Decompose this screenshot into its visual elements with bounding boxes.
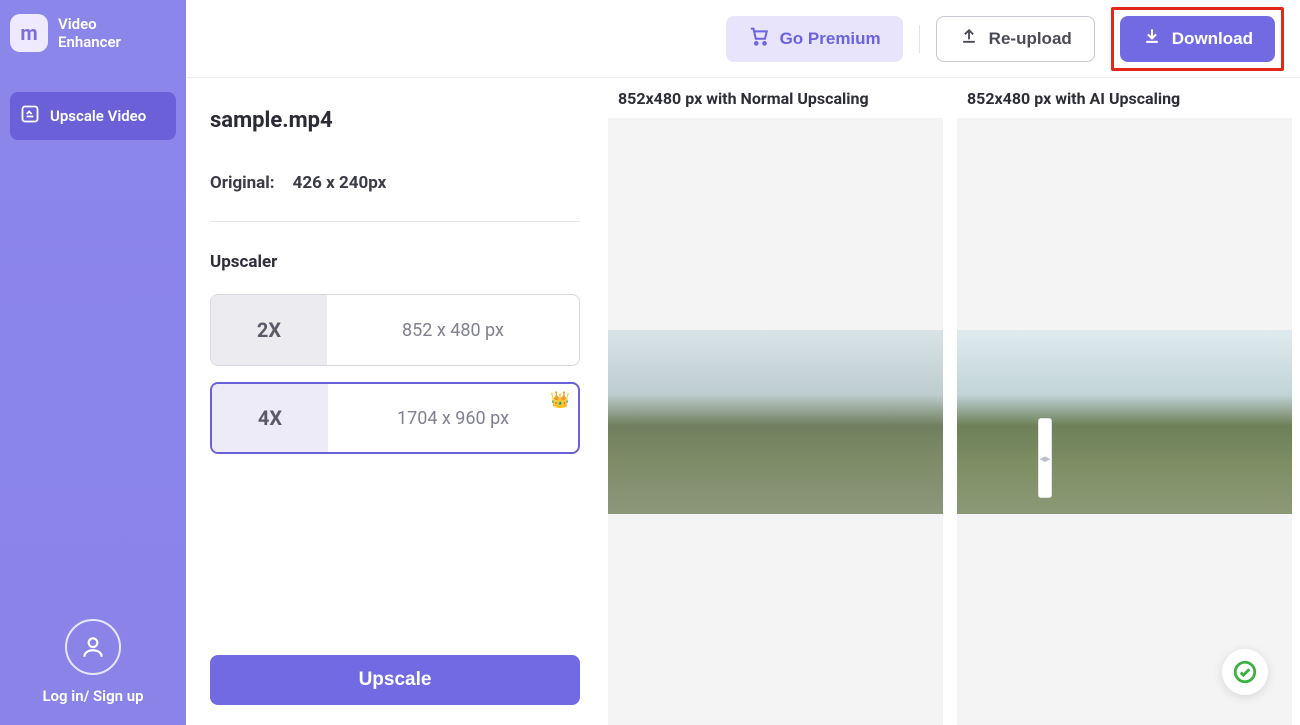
go-premium-label: Go Premium	[780, 29, 881, 49]
preview-normal-image	[608, 330, 943, 514]
brand-line2: Enhancer	[58, 33, 121, 51]
topbar: Go Premium Re-upload Download	[186, 0, 1300, 78]
original-label: Original:	[210, 173, 275, 193]
upscale-button[interactable]: Upscale	[210, 655, 580, 705]
brand-line1: Video	[58, 15, 121, 33]
brand: m Video Enhancer	[10, 14, 176, 52]
preview-ai: 852x480 px with AI Upscaling	[957, 78, 1292, 725]
avatar[interactable]	[65, 619, 121, 675]
highlight-download: Download	[1111, 7, 1284, 71]
option-factor-4x: 4X	[212, 384, 328, 452]
upscaler-option-4x[interactable]: 4X 1704 x 960 px 👑	[210, 382, 580, 454]
preview-ai-body	[957, 118, 1292, 725]
content: sample.mp4 Original: 426 x 240px Upscale…	[186, 78, 1300, 725]
sidebar-footer: Log in/ Sign up	[10, 619, 176, 711]
option-resolution-2x: 852 x 480 px	[327, 295, 579, 365]
preview-normal-body	[608, 118, 943, 725]
filename: sample.mp4	[210, 108, 580, 133]
nav-upscale-video[interactable]: Upscale Video	[10, 92, 176, 140]
brand-name: Video Enhancer	[58, 15, 121, 51]
brand-logo: m	[10, 14, 48, 52]
option-factor-2x: 2X	[211, 295, 327, 365]
option-resolution-4x: 1704 x 960 px	[328, 384, 578, 452]
preview-normal-header: 852x480 px with Normal Upscaling	[608, 78, 943, 118]
sidebar: m Video Enhancer Upscale Video Log in/ S…	[0, 0, 186, 725]
upload-icon	[959, 26, 979, 51]
download-button[interactable]: Download	[1120, 16, 1275, 62]
original-value: 426 x 240px	[293, 173, 387, 193]
settings-panel: sample.mp4 Original: 426 x 240px Upscale…	[186, 78, 604, 725]
upscaler-label: Upscaler	[210, 252, 580, 272]
upscale-icon	[20, 104, 40, 128]
previews: 852x480 px with Normal Upscaling 852x480…	[604, 78, 1300, 725]
go-premium-button[interactable]: Go Premium	[726, 16, 903, 62]
main: Go Premium Re-upload Download sample.mp4…	[186, 0, 1300, 725]
reupload-label: Re-upload	[989, 29, 1072, 49]
crown-icon: 👑	[550, 390, 570, 409]
success-badge	[1222, 649, 1268, 695]
upscaler-option-2x[interactable]: 2X 852 x 480 px	[210, 294, 580, 366]
preview-ai-header: 852x480 px with AI Upscaling	[957, 78, 1292, 118]
download-label: Download	[1172, 29, 1253, 49]
original-row: Original: 426 x 240px	[210, 173, 580, 222]
nav-upscale-label: Upscale Video	[50, 107, 146, 125]
topbar-divider	[919, 25, 920, 53]
login-signup-link[interactable]: Log in/ Sign up	[42, 687, 143, 705]
preview-ai-image	[957, 330, 1292, 514]
preview-normal: 852x480 px with Normal Upscaling	[608, 78, 943, 725]
reupload-button[interactable]: Re-upload	[936, 16, 1095, 62]
download-icon	[1142, 26, 1162, 51]
splitter-handle[interactable]: ◂▸	[1038, 418, 1052, 498]
cart-icon	[748, 25, 770, 52]
